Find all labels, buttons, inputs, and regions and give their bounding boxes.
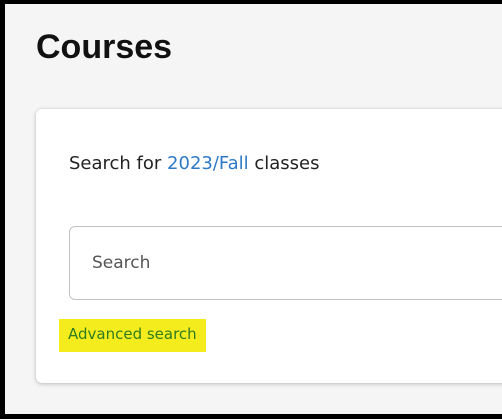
course-search-card: Search for 2023/Fall classes Advanced se… [36,109,502,383]
screenshot-frame: Courses Search for 2023/Fall classes Adv… [0,0,502,419]
search-heading-suffix: classes [248,153,320,174]
term-link[interactable]: 2023/Fall [167,153,249,174]
advanced-search-link[interactable]: Advanced search [59,319,206,352]
search-input[interactable] [92,227,502,299]
search-heading-prefix: Search for [69,153,168,174]
page-title: Courses [36,28,173,66]
search-heading: Search for 2023/Fall classes [69,152,320,176]
search-field[interactable] [69,226,502,300]
